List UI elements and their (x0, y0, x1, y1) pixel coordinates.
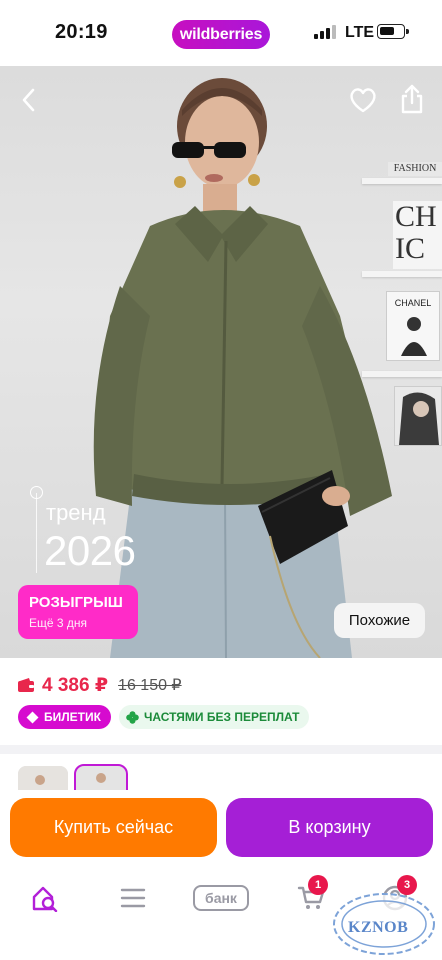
price-row: 4 386 ₽ 16 150 ₽ (18, 673, 182, 697)
installments-badge-label: ЧАСТЯМИ БЕЗ ПЕРЕПЛАТ (143, 710, 300, 724)
section-divider (0, 745, 442, 754)
ticket-badge[interactable]: БИЛЕТИК (18, 705, 111, 729)
buy-now-button[interactable]: Купить сейчас (10, 798, 217, 857)
battery-icon (377, 24, 409, 39)
promo-badges: БИЛЕТИК ЧАСТЯМИ БЕЗ ПЕРЕПЛАТ (18, 705, 310, 729)
add-to-cart-button[interactable]: В корзину (226, 798, 433, 857)
ticket-badge-label: БИЛЕТИК (44, 710, 101, 724)
clover-icon (126, 710, 139, 724)
similar-products-button[interactable]: Похожие (334, 603, 425, 638)
back-arrow-icon[interactable] (16, 86, 44, 114)
trend-year: 2026 (44, 527, 136, 574)
old-price: 16 150 ₽ (118, 677, 182, 694)
nav-catalog[interactable] (108, 878, 158, 918)
bank-label: банк (193, 885, 249, 911)
promo-title: РОЗЫГРЫШ (29, 594, 123, 611)
network-type: LTE (345, 24, 375, 41)
nav-home[interactable] (20, 878, 70, 918)
share-icon[interactable] (399, 83, 425, 115)
trend-label: тренд (46, 500, 106, 525)
giveaway-promo-badge[interactable]: РОЗЫГРЫШ Ещё 3 дня (18, 585, 138, 639)
nav-bank[interactable]: банк (192, 878, 250, 918)
status-time: 20:19 (55, 21, 108, 43)
home-search-icon (32, 886, 58, 912)
promo-subtitle: Ещё 3 дня (29, 616, 88, 630)
purchase-action-bar: Купить сейчас В корзину (0, 790, 442, 868)
status-bar: 20:19 wildberries LTE (0, 0, 442, 66)
menu-icon (120, 888, 146, 908)
watermark-text: KZNOB (348, 919, 409, 936)
favorite-heart-icon[interactable] (348, 86, 378, 114)
cart-count-badge: 1 (308, 875, 328, 895)
wallet-icon (18, 678, 34, 692)
trend-marker-line (36, 493, 37, 573)
current-price: 4 386 ₽ (42, 674, 109, 696)
ticket-icon (26, 711, 39, 723)
product-image-gallery[interactable]: FASHION CH IC CHANEL тренд 2026 РОЗЫГРЫШ… (0, 66, 442, 658)
installments-badge[interactable]: ЧАСТЯМИ БЕЗ ПЕРЕПЛАТ (118, 705, 310, 729)
signal-icon (314, 25, 336, 39)
wildberries-logo: wildberries (172, 20, 270, 49)
